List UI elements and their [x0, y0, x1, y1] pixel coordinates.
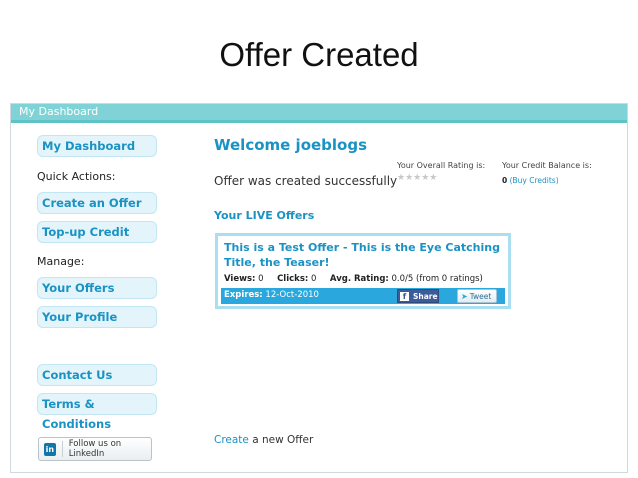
tweet-label: Tweet	[469, 291, 492, 301]
offer-stats: Views: 0 Clicks: 0 Avg. Rating: 0.0/5 (f…	[224, 274, 483, 284]
facebook-share-button[interactable]: f Share	[397, 289, 439, 303]
welcome-heading: Welcome joeblogs	[214, 136, 368, 154]
live-offers-heading: Your LIVE Offers	[214, 209, 315, 222]
create-link[interactable]: Create	[214, 434, 249, 446]
views-label: Views:	[224, 274, 256, 284]
dashboard-window: My Dashboard My Dashboard Quick Actions:…	[10, 103, 628, 473]
avg-rating-label: Avg. Rating:	[329, 274, 389, 284]
main-content: Welcome joeblogs Your Overall Rating is:…	[213, 132, 613, 462]
success-message: Offer was created successfully	[214, 174, 398, 188]
credit-balance: 0 (Buy Credits)	[502, 176, 559, 185]
divider	[61, 441, 63, 457]
buy-credits-link[interactable]: (Buy Credits)	[510, 176, 559, 185]
sidebar-item-terms[interactable]: Terms & Conditions	[37, 393, 157, 431]
quick-actions-label: Quick Actions:	[37, 170, 116, 183]
sidebar-item-your-offers[interactable]: Your Offers	[37, 277, 157, 299]
sidebar-item-my-dashboard[interactable]: My Dashboard	[37, 135, 157, 157]
sidebar-item-contact-us[interactable]: Contact Us	[37, 364, 157, 386]
twitter-bird-icon: ➤	[461, 291, 468, 301]
offer-title-link[interactable]: This is a Test Offer - This is the Eye C…	[224, 240, 504, 270]
sidebar-item-your-profile[interactable]: Your Profile	[37, 306, 157, 328]
expires-value: 12-Oct-2010	[265, 290, 319, 300]
create-offer-text: a new Offer	[248, 434, 314, 446]
sidebar-item-topup-credit[interactable]: Top-up Credit	[37, 221, 157, 243]
clicks-label: Clicks:	[277, 274, 309, 284]
offer-footer-bar: Expires: 12-Oct-2010 f Share ➤ Tweet	[221, 288, 505, 304]
share-label: Share	[413, 291, 438, 301]
overall-rating-label: Your Overall Rating is:	[397, 161, 486, 170]
expires-label: Expires:	[224, 290, 263, 300]
create-offer-line: Create a new Offer	[214, 434, 313, 446]
tweet-button[interactable]: ➤ Tweet	[457, 289, 497, 303]
credit-balance-value: 0	[502, 176, 508, 185]
credit-balance-label: Your Credit Balance is:	[502, 161, 592, 170]
dashboard-header: My Dashboard	[11, 104, 627, 123]
clicks-value: 0	[310, 274, 317, 284]
linkedin-follow-label: Follow us on LinkedIn	[68, 439, 122, 459]
sidebar-item-create-offer[interactable]: Create an Offer	[37, 192, 157, 214]
avg-rating-value: 0.0/5 (from 0 ratings)	[391, 274, 483, 284]
expires: Expires: 12-Oct-2010	[224, 290, 319, 300]
manage-label: Manage:	[37, 255, 85, 268]
offer-card: This is a Test Offer - This is the Eye C…	[215, 233, 511, 309]
linkedin-follow-button[interactable]: in Follow us on LinkedIn	[38, 437, 152, 461]
rating-stars: ★★★★★	[397, 173, 438, 183]
views-value: 0	[258, 274, 264, 284]
facebook-icon: f	[400, 291, 409, 301]
slide-title: Offer Created	[219, 36, 419, 73]
linkedin-icon: in	[44, 442, 56, 456]
